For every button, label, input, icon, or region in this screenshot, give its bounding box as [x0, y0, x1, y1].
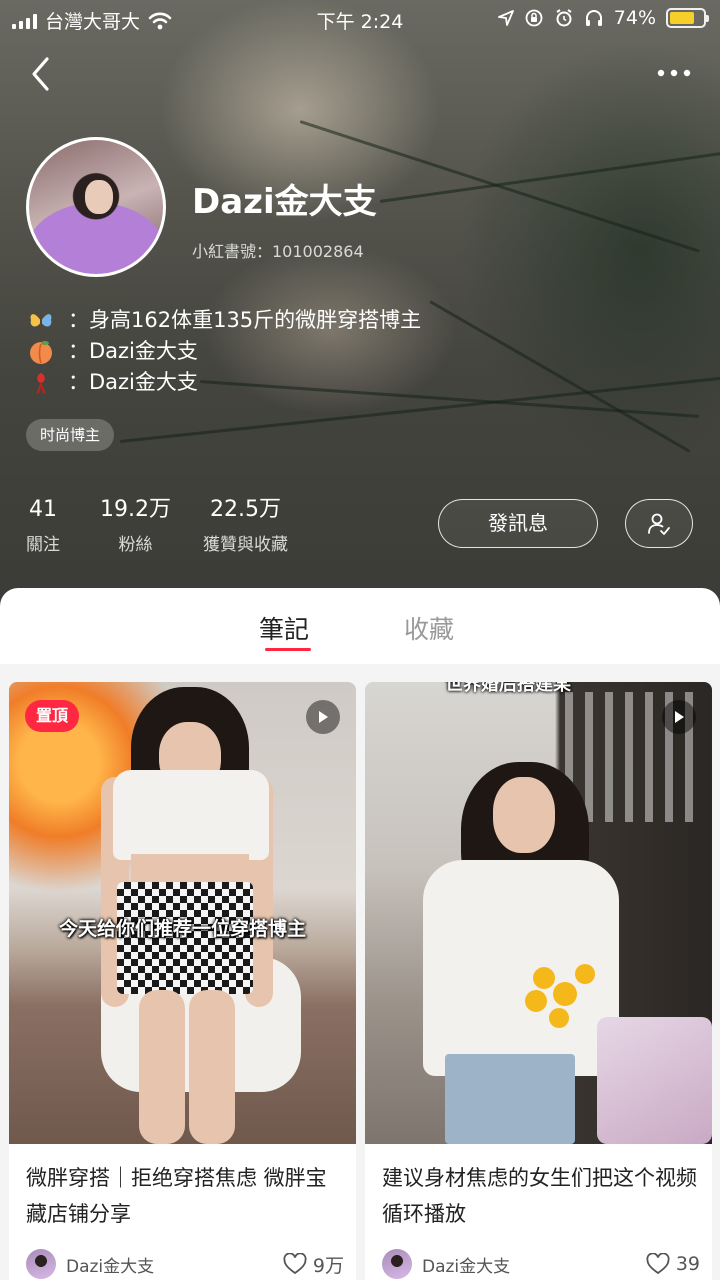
stat-label: 粉絲 — [118, 535, 153, 555]
red-ribbon-emoji — [36, 372, 46, 394]
like-button[interactable]: 39 — [646, 1253, 700, 1275]
battery-percent: 74% — [613, 7, 656, 29]
profile-stats: 41 關注 19.2万 粉絲 22.5万 獲贊與收藏 — [26, 496, 314, 555]
like-count: 39 — [675, 1253, 700, 1275]
more-dots-icon — [657, 69, 691, 77]
bio-line: ：身高162体重135斤的微胖穿搭博主 — [28, 305, 421, 336]
stat-value: 22.5万 — [210, 497, 281, 522]
author-avatar[interactable] — [382, 1249, 412, 1279]
bio-text: ：Dazi金大支 — [68, 370, 198, 394]
author-name[interactable]: Dazi金大支 — [66, 1252, 283, 1277]
like-count: 9万 — [312, 1254, 344, 1277]
butterfly-emoji — [30, 313, 52, 329]
pinned-badge: 置頂 — [25, 700, 80, 732]
headphones-icon — [585, 10, 602, 26]
profile-id[interactable]: 小紅書號：101002864 — [192, 238, 364, 262]
tab-collections[interactable]: 收藏 — [404, 610, 454, 646]
author-name[interactable]: Dazi金大支 — [422, 1252, 646, 1277]
send-message-button[interactable]: 發訊息 — [438, 499, 598, 548]
battery-level-fill — [670, 12, 694, 24]
profile-name: Dazi金大支 — [192, 182, 377, 222]
active-tab-indicator — [265, 648, 311, 651]
note-cover-image[interactable]: 世界婚后搭建某 — [365, 682, 712, 1144]
user-check-icon — [648, 513, 670, 535]
more-button[interactable] — [654, 60, 694, 86]
heart-icon — [646, 1253, 670, 1275]
profile-tag[interactable]: 时尚博主 — [26, 419, 115, 451]
stat-label: 關注 — [26, 535, 60, 555]
bio-text: ：身高162体重135斤的微胖穿搭博主 — [68, 308, 422, 332]
author-avatar[interactable] — [26, 1249, 56, 1279]
back-button[interactable] — [24, 54, 60, 94]
bio-line: ：Dazi金大支 — [28, 336, 421, 367]
stat-value: 41 — [29, 497, 57, 522]
profile-avatar[interactable] — [26, 137, 166, 277]
like-button[interactable]: 9万 — [283, 1251, 344, 1278]
play-icon — [306, 700, 340, 734]
note-title[interactable]: 微胖穿搭｜拒绝穿搭焦虑 微胖宝藏店铺分享 — [26, 1160, 346, 1232]
profile-bio: ：身高162体重135斤的微胖穿搭博主 ：Dazi金大支 ：Dazi金大支 — [28, 305, 421, 398]
note-cover-image[interactable]: 置頂 今天给你们推荐一位穿搭博主 — [9, 682, 356, 1144]
note-footer: Dazi金大支 9万 — [26, 1248, 344, 1280]
chevron-left-icon — [32, 57, 49, 91]
follow-button[interactable] — [625, 499, 693, 548]
stat-value: 19.2万 — [100, 497, 171, 522]
rotation-lock-icon — [525, 9, 543, 27]
cover-caption: 今天给你们推荐一位穿搭博主 — [58, 918, 306, 940]
note-card[interactable]: 置頂 今天给你们推荐一位穿搭博主 微胖穿搭｜拒绝穿搭焦虑 微胖宝藏店铺分享 Da… — [9, 682, 356, 1280]
status-right: 74% — [497, 7, 709, 29]
stat-likes-collects[interactable]: 22.5万 獲贊與收藏 — [203, 496, 288, 555]
status-bar: 台灣大哥大 下午 2:24 74% — [0, 0, 720, 40]
stat-followers[interactable]: 19.2万 粉絲 — [100, 496, 171, 555]
alarm-icon — [556, 9, 572, 27]
stat-label: 獲贊與收藏 — [203, 535, 288, 555]
battery-icon — [666, 8, 709, 28]
tab-notes[interactable]: 筆記 — [259, 610, 309, 646]
bio-line: ：Dazi金大支 — [28, 367, 421, 398]
note-card[interactable]: 世界婚后搭建某 建议身材焦虑的女生们把这个视频循环播放 Dazi金大支 39 — [365, 682, 712, 1280]
bio-text: ：Dazi金大支 — [68, 339, 198, 363]
play-icon — [662, 700, 696, 734]
cover-caption: 世界婚后搭建某 — [445, 682, 571, 695]
peach-emoji — [30, 340, 52, 364]
location-icon — [497, 10, 514, 26]
note-footer: Dazi金大支 39 — [382, 1248, 700, 1280]
note-title[interactable]: 建议身材焦虑的女生们把这个视频循环播放 — [382, 1160, 702, 1232]
heart-icon — [283, 1253, 307, 1275]
stat-following[interactable]: 41 關注 — [26, 496, 60, 555]
content-tabs: 筆記 收藏 — [0, 588, 720, 664]
